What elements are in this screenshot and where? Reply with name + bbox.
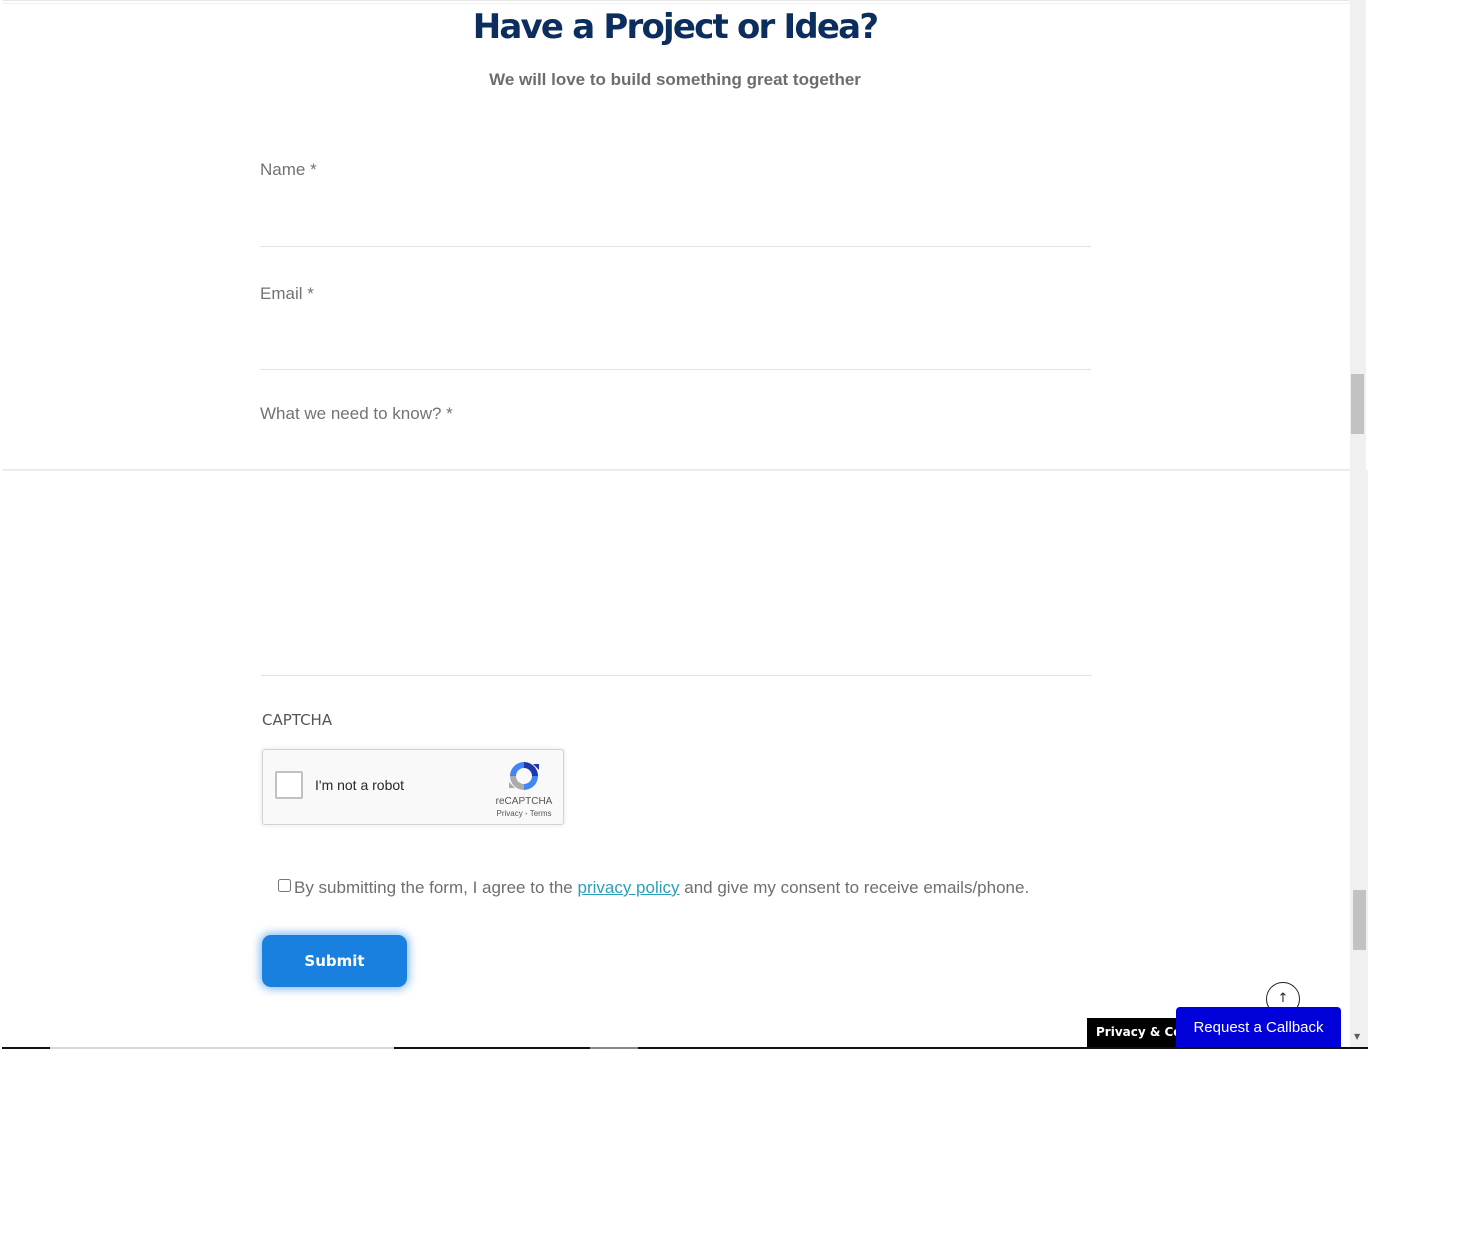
recaptcha-checkbox[interactable] [275, 771, 303, 799]
privacy-cookies-tab[interactable]: Privacy & Cookies Policy [1087, 1018, 1187, 1047]
bottom-border-segment [50, 1047, 394, 1049]
scroll-down-arrow-icon[interactable]: ▼ [1354, 1032, 1360, 1042]
recaptcha-label: I'm not a robot [315, 777, 405, 793]
name-field[interactable] [260, 196, 1091, 247]
recaptcha-icon [509, 762, 539, 790]
scrollbar-thumb-upper[interactable] [1351, 374, 1364, 434]
recaptcha-brand: reCAPTCHA [495, 796, 553, 807]
page-subtitle: We will love to build something great to… [489, 70, 861, 89]
page-title: Have a Project or Idea? [472, 7, 879, 47]
scrollbar-track-lower[interactable] [1350, 470, 1368, 1047]
message-label: What we need to know? * [260, 404, 453, 423]
message-textarea[interactable] [261, 436, 1092, 676]
consent-checkbox[interactable] [278, 879, 291, 892]
request-callback-button[interactable]: Request a Callback [1176, 1007, 1341, 1048]
page: Have a Project or Idea? We will love to … [0, 0, 1472, 1246]
consent-text-after: and give my consent to receive emails/ph… [679, 878, 1030, 897]
captcha-label: CAPTCHA [262, 711, 333, 729]
email-label: Email * [260, 284, 314, 303]
privacy-policy-link[interactable]: privacy policy [577, 878, 679, 897]
email-field[interactable] [260, 320, 1091, 370]
recaptcha-widget: I'm not a robot reCAPTCHA Privacy - Term… [262, 749, 564, 825]
consent-text-before: By submitting the form, I agree to the [294, 878, 578, 897]
consent-row: By submitting the form, I agree to the p… [278, 876, 1029, 900]
bottom-border-segment [590, 1047, 638, 1049]
name-label: Name * [260, 160, 317, 179]
scrollbar-thumb-lower[interactable] [1353, 890, 1366, 950]
recaptcha-links[interactable]: Privacy - Terms [485, 809, 563, 818]
submit-button[interactable]: Submit [262, 935, 407, 987]
